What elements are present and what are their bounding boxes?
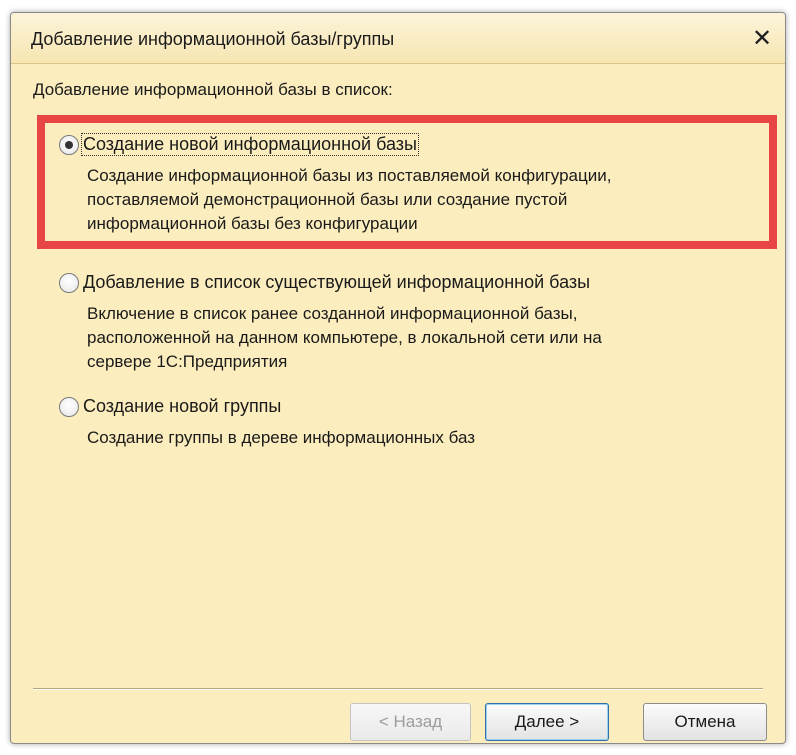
option-label-add-existing-infobase[interactable]: Добавление в список существующей информа… bbox=[82, 272, 591, 293]
description-line: Создание группы в дереве информационных … bbox=[87, 428, 476, 447]
cancel-button[interactable]: Отмена bbox=[643, 703, 767, 741]
divider bbox=[33, 688, 763, 690]
option-description: Создание группы в дереве информационных … bbox=[87, 426, 475, 450]
dialog-content: Добавление информационной базы в список:… bbox=[11, 64, 785, 743]
add-infobase-dialog: Добавление информационной базы/группы ✕ … bbox=[10, 12, 786, 744]
option-label-create-new-group[interactable]: Создание новой группы bbox=[82, 396, 282, 417]
description-line: Включение в список ранее созданной инфор… bbox=[87, 304, 578, 323]
red-highlight-frame bbox=[37, 115, 777, 249]
back-button[interactable]: < Назад bbox=[350, 703, 471, 741]
option-add-existing-infobase: Добавление в список существующей информа… bbox=[59, 272, 602, 374]
dialog-title: Добавление информационной базы/группы bbox=[31, 29, 395, 49]
option-create-new-group: Создание новой группы Создание группы в … bbox=[59, 396, 475, 450]
title-bar: Добавление информационной базы/группы ✕ bbox=[11, 13, 785, 64]
radio-create-new-group[interactable] bbox=[59, 396, 79, 417]
next-button[interactable]: Далее > bbox=[485, 703, 609, 741]
section-heading: Добавление информационной базы в список: bbox=[33, 80, 393, 99]
close-icon[interactable]: ✕ bbox=[749, 25, 775, 52]
radio-add-existing-infobase[interactable] bbox=[59, 272, 79, 293]
option-description: Включение в список ранее созданной инфор… bbox=[87, 302, 602, 374]
description-line: сервере 1С:Предприятия bbox=[87, 352, 288, 371]
description-line: расположенной на данном компьютере, в ло… bbox=[87, 328, 602, 347]
